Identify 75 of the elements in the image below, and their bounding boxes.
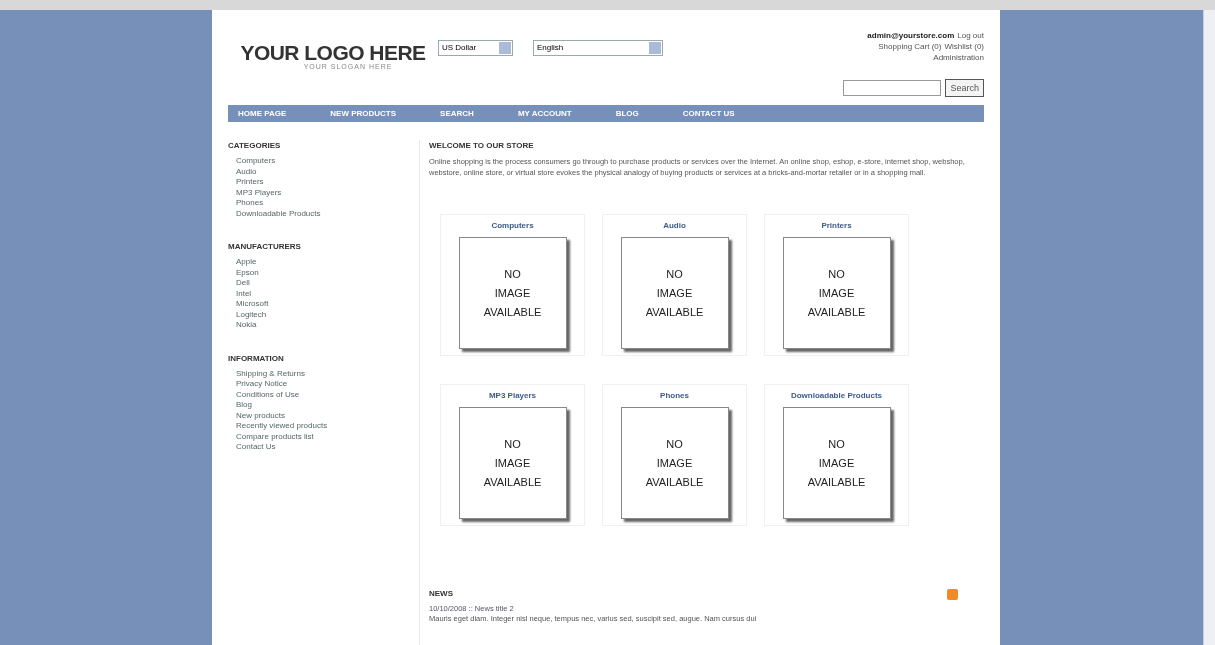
- sidebar-link[interactable]: Intel: [228, 288, 419, 299]
- sidebar-link[interactable]: Dell: [228, 278, 419, 289]
- sidebar-link[interactable]: Phones: [228, 198, 419, 209]
- sidebar-link[interactable]: MP3 Players: [228, 187, 419, 198]
- sidebar-link[interactable]: Apple: [228, 257, 419, 268]
- category-title[interactable]: Computers: [491, 220, 534, 232]
- placeholder-text: IMAGE: [494, 457, 531, 469]
- sidebar-link[interactable]: Nokia: [228, 320, 419, 331]
- sidebar-heading: INFORMATION: [228, 352, 285, 365]
- no-image-placeholder[interactable]: NO IMAGE AVAILABLE: [458, 237, 567, 349]
- sidebar-link[interactable]: Audio: [228, 166, 419, 177]
- language-dropdown[interactable]: English: [533, 40, 663, 56]
- category-title[interactable]: Printers: [821, 220, 852, 232]
- placeholder-text: NO: [828, 268, 845, 280]
- sidebar-link[interactable]: Compare products list: [228, 431, 419, 442]
- news-heading: NEWS: [429, 588, 453, 600]
- sidebar-link[interactable]: Downloadable Products: [228, 208, 419, 219]
- category-title[interactable]: Phones: [660, 390, 689, 402]
- placeholder-text: AVAILABLE: [483, 306, 542, 318]
- placeholder-text: IMAGE: [818, 287, 855, 299]
- sidebar-link[interactable]: Privacy Notice: [228, 379, 419, 390]
- placeholder-text: AVAILABLE: [645, 306, 704, 318]
- placeholder-text: IMAGE: [656, 287, 693, 299]
- sidebar-link[interactable]: Epson: [228, 267, 419, 278]
- shopping-cart-link[interactable]: Shopping Cart (0): [878, 41, 942, 52]
- sidebar-link[interactable]: New products: [228, 410, 419, 421]
- sidebar-heading: CATEGORIES: [228, 140, 282, 152]
- currency-dropdown[interactable]: US Dollar: [438, 40, 513, 56]
- sidebar-heading: MANUFACTURERS: [228, 241, 302, 253]
- no-image-placeholder[interactable]: NO IMAGE AVAILABLE: [782, 407, 891, 519]
- category-title[interactable]: Audio: [663, 220, 686, 232]
- category-card[interactable]: MP3 Players NO IMAGE AVAILABLE: [440, 384, 585, 526]
- logout-link[interactable]: Log out: [957, 30, 984, 41]
- sidebar-link[interactable]: Recently viewed products: [228, 421, 419, 432]
- welcome-heading: WELCOME TO OUR STORE: [429, 140, 535, 152]
- dropdown-icon: [649, 42, 661, 54]
- placeholder-text: NO: [666, 268, 683, 280]
- sidebar-link[interactable]: Logitech: [228, 309, 419, 320]
- placeholder-text: NO: [828, 438, 845, 450]
- search-button[interactable]: Search: [945, 79, 984, 97]
- no-image-placeholder[interactable]: NO IMAGE AVAILABLE: [782, 237, 891, 349]
- sidebar-link[interactable]: Microsoft: [228, 299, 419, 310]
- no-image-placeholder[interactable]: NO IMAGE AVAILABLE: [620, 407, 729, 519]
- search-field[interactable]: [843, 80, 942, 96]
- category-card[interactable]: Downloadable Products NO IMAGE AVAILABLE: [764, 384, 909, 526]
- sidebar-link[interactable]: Printers: [228, 177, 419, 188]
- wishlist-link[interactable]: Wishlist (0): [944, 41, 984, 52]
- category-card[interactable]: Audio NO IMAGE AVAILABLE: [602, 214, 747, 356]
- placeholder-text: IMAGE: [656, 457, 693, 469]
- account-link[interactable]: admin@yourstore.com: [867, 30, 955, 41]
- category-card[interactable]: Computers NO IMAGE AVAILABLE: [440, 214, 585, 356]
- placeholder-text: IMAGE: [494, 287, 531, 299]
- category-title[interactable]: MP3 Players: [488, 390, 537, 402]
- placeholder-text: IMAGE: [818, 457, 855, 469]
- category-card[interactable]: Printers NO IMAGE AVAILABLE: [764, 214, 909, 356]
- category-title[interactable]: Downloadable Products: [790, 390, 883, 402]
- placeholder-text: NO: [666, 438, 683, 450]
- administration-link[interactable]: Administration: [933, 52, 984, 63]
- sidebar-link[interactable]: Blog: [228, 400, 419, 411]
- placeholder-text: AVAILABLE: [807, 306, 866, 318]
- sidebar-link[interactable]: Conditions of Use: [228, 389, 419, 400]
- sidebar-link[interactable]: Shipping & Returns: [228, 368, 419, 379]
- no-image-placeholder[interactable]: NO IMAGE AVAILABLE: [620, 237, 729, 349]
- category-card[interactable]: Phones NO IMAGE AVAILABLE: [602, 384, 747, 526]
- placeholder-text: AVAILABLE: [807, 476, 866, 488]
- sidebar-link[interactable]: Computers: [228, 156, 419, 167]
- placeholder-text: NO: [504, 268, 521, 280]
- rss-icon[interactable]: [947, 588, 958, 600]
- placeholder-text: AVAILABLE: [645, 476, 704, 488]
- placeholder-text: AVAILABLE: [483, 476, 542, 488]
- logo-text[interactable]: YOUR LOGO HERE: [240, 42, 426, 63]
- no-image-placeholder[interactable]: NO IMAGE AVAILABLE: [458, 407, 567, 519]
- placeholder-text: NO: [504, 438, 521, 450]
- sidebar-link[interactable]: Contact Us: [228, 442, 419, 453]
- dropdown-icon: [499, 42, 511, 54]
